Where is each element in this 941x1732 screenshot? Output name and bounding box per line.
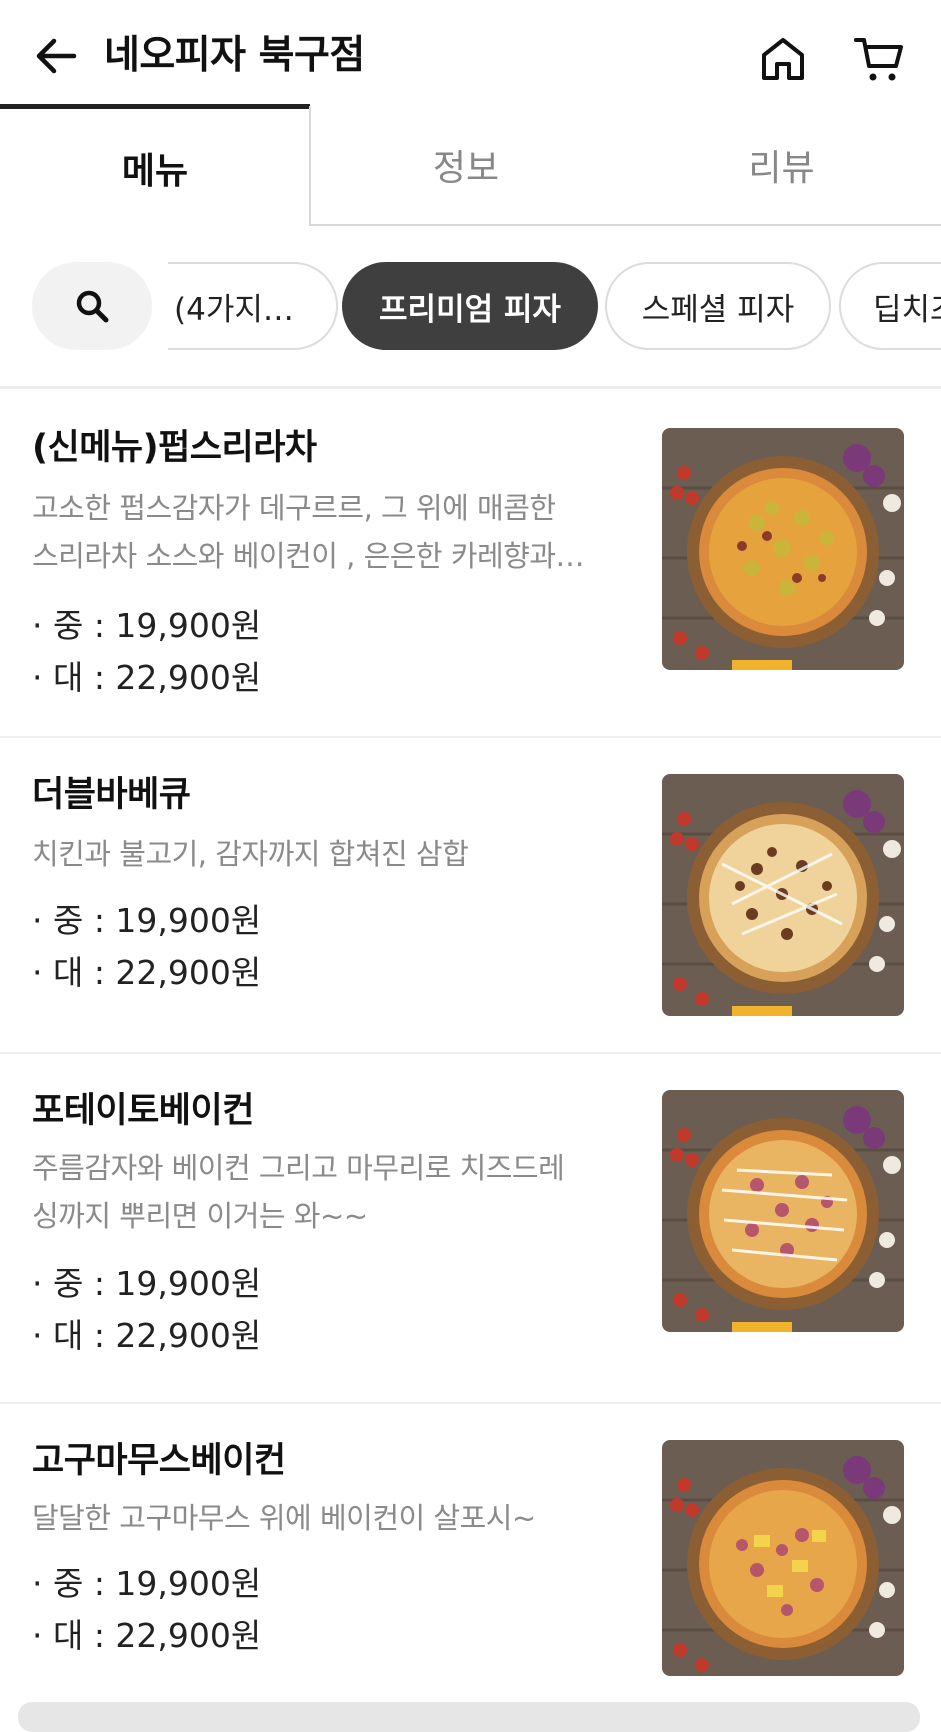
menu-item-name: 고구마무스베이컨 xyxy=(32,1441,286,1481)
category-chip-bar[interactable]: (4가지… 프리미엄 피자 스페셜 피자 딥치즈 xyxy=(0,262,941,350)
tab-menu-label: 메뉴 xyxy=(121,151,189,192)
menu-item-name: (신메뉴)펍스리라차 xyxy=(32,428,317,468)
top-app-bar: 네오피자 북구점 xyxy=(0,0,941,110)
tab-underline xyxy=(310,224,941,226)
menu-item[interactable]: 포테이토베이컨 주름감자와 베이컨 그리고 마무리로 치즈드레 싱까지 뿌리면 … xyxy=(0,1054,941,1404)
menu-item[interactable]: 고구마무스베이컨 달달한 고구마무스 위에 베이컨이 살포시~ · 중 : 19… xyxy=(0,1404,941,1694)
tab-review[interactable]: 리뷰 xyxy=(622,106,941,224)
menu-item-name: 더블바베큐 xyxy=(32,775,191,815)
category-chip-label: 스페셜 피자 xyxy=(641,291,795,328)
menu-item-description: 치킨과 불고기, 감자까지 합쳐진 삼합 xyxy=(32,837,469,871)
menu-item[interactable]: (신메뉴)펍스리라차 고소한 펍스감자가 데구르르, 그 위에 매콤한 스리라차… xyxy=(0,390,941,738)
tab-info[interactable]: 정보 xyxy=(310,106,622,224)
menu-item-name: 포테이토베이컨 xyxy=(32,1091,254,1131)
menu-item-description: 달달한 고구마무스 위에 베이컨이 살포시~ xyxy=(32,1501,536,1535)
menu-item-photo xyxy=(662,428,904,670)
store-title: 네오피자 북구점 xyxy=(104,33,365,78)
bottom-cart-bar[interactable] xyxy=(18,1702,920,1732)
menu-item-price-large: · 대 : 22,900원 xyxy=(32,1616,262,1655)
menu-list: (신메뉴)펍스리라차 고소한 펍스감자가 데구르르, 그 위에 매콤한 스리라차… xyxy=(0,390,941,1694)
category-chip[interactable]: 딥치즈 xyxy=(839,262,941,350)
menu-item-price-medium: · 중 : 19,900원 xyxy=(32,1264,262,1303)
tab-info-label: 정보 xyxy=(432,148,500,189)
menu-item-description: 주름감자와 베이컨 그리고 마무리로 치즈드레 xyxy=(32,1151,565,1185)
tab-review-label: 리뷰 xyxy=(748,148,815,189)
menu-item-price-medium: · 중 : 19,900원 xyxy=(32,1564,262,1603)
home-button[interactable] xyxy=(752,28,814,90)
category-chip[interactable]: (4가지… xyxy=(168,262,338,350)
menu-item-description: 싱까지 뿌리면 이거는 와~~ xyxy=(32,1199,368,1233)
category-chip-label: 프리미엄 피자 xyxy=(379,291,561,328)
category-chip-label: 딥치즈 xyxy=(873,291,941,328)
back-button[interactable] xyxy=(28,28,84,84)
menu-item[interactable]: 더블바베큐 치킨과 불고기, 감자까지 합쳐진 삼합 · 중 : 19,900원… xyxy=(0,738,941,1054)
menu-item-photo xyxy=(662,774,904,1016)
category-chip-label: (4가지… xyxy=(174,291,294,328)
menu-item-description: 고소한 펍스감자가 데구르르, 그 위에 매콤한 xyxy=(32,491,556,525)
search-icon xyxy=(76,290,109,323)
menu-item-price-large: · 대 : 22,900원 xyxy=(32,658,262,697)
menu-item-photo xyxy=(662,1090,904,1332)
menu-item-price-large: · 대 : 22,900원 xyxy=(32,953,262,992)
menu-item-price-large: · 대 : 22,900원 xyxy=(32,1316,262,1355)
section-divider xyxy=(0,386,941,389)
cart-icon xyxy=(854,38,903,81)
menu-item-description: 스리라차 소스와 베이컨이 , 은은한 카레향과… xyxy=(32,539,585,573)
tab-bar: 메뉴 정보 리뷰 xyxy=(0,104,941,227)
category-chip[interactable]: 스페셜 피자 xyxy=(605,262,831,350)
arrow-left-icon xyxy=(36,38,77,74)
menu-item-photo xyxy=(662,1440,904,1676)
menu-item-price-medium: · 중 : 19,900원 xyxy=(32,901,262,940)
tab-divider xyxy=(309,106,311,226)
category-chip-active[interactable]: 프리미엄 피자 xyxy=(342,262,598,350)
home-icon xyxy=(762,38,804,80)
cart-button[interactable] xyxy=(848,28,910,90)
menu-search-button[interactable] xyxy=(32,262,152,350)
tab-menu[interactable]: 메뉴 xyxy=(0,104,310,227)
menu-item-price-medium: · 중 : 19,900원 xyxy=(32,606,262,645)
